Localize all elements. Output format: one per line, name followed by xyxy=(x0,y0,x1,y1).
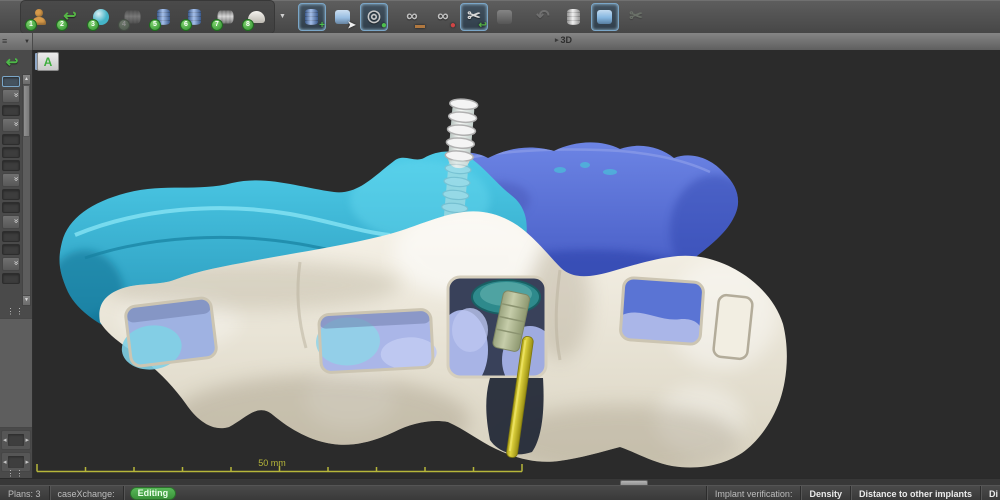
distance-other-implants-button[interactable]: Distance to other implants xyxy=(850,486,980,500)
panel-splitter-grip[interactable]: ⋮⋮ xyxy=(0,470,31,478)
play-icon: ▸ xyxy=(555,36,559,44)
sidebar-slot[interactable] xyxy=(2,202,20,213)
main-area: ↩ » » » » » ▲ ▼ ⋮⋮ ◂ ▸ ◂ ▸ ⋮⋮ xyxy=(0,50,1000,478)
implant-check-step-icon[interactable]: 6 xyxy=(180,3,208,31)
sidebar-panel-header: ≡ ▼ xyxy=(0,33,33,50)
sub-bar: ≡ ▼ ▸ 3D xyxy=(0,33,1000,50)
scrollbar-thumb[interactable] xyxy=(23,85,30,137)
edit-tools-strip: ∞▬∞●✂↩ xyxy=(398,3,519,31)
viewport-title-label: 3D xyxy=(561,35,573,45)
inspection-window xyxy=(315,309,438,374)
sidebar-slot[interactable] xyxy=(2,244,20,255)
segmentation-step-icon[interactable]: 3 xyxy=(87,3,115,31)
density-button[interactable]: Density xyxy=(800,486,850,500)
status-left: Plans: 3caseXchange:Editing xyxy=(0,486,182,500)
viewport-title: ▸ 3D xyxy=(555,35,572,45)
sidebar-slot[interactable] xyxy=(2,105,20,116)
casexchange-status-badge[interactable]: Editing xyxy=(123,486,183,500)
distance-truncated-button[interactable]: Di xyxy=(980,486,1000,500)
spin-left-icon[interactable]: ◂ xyxy=(3,437,7,444)
spinner-value-slot xyxy=(8,456,25,468)
sidebar-slot[interactable] xyxy=(2,134,20,145)
sidebar-lower-panel xyxy=(0,318,32,428)
scroll-down-button[interactable]: ▼ xyxy=(23,295,30,305)
sidebar-slot[interactable] xyxy=(2,273,20,284)
block-out-tool-icon[interactable] xyxy=(491,3,519,31)
orientation-target-tool-icon[interactable]: ◎● xyxy=(360,3,388,31)
scroll-up-button[interactable]: ▲ xyxy=(23,75,30,85)
sidebar-scrollbar[interactable]: ▲ ▼ xyxy=(22,74,31,306)
status-right: Implant verification:DensityDistance to … xyxy=(706,486,1000,500)
move-implant-tool-icon[interactable]: + xyxy=(298,3,326,31)
cut-surface-tool-icon[interactable]: ✂↩ xyxy=(460,3,488,31)
sidebar-slot[interactable] xyxy=(2,189,20,200)
sidebar-group-header[interactable]: » xyxy=(2,118,20,132)
scale-label: 50 mm xyxy=(258,458,286,468)
implant-tools-strip: +➤◎● xyxy=(298,3,388,31)
sidebar-slot[interactable] xyxy=(2,160,20,171)
sidebar-group-header[interactable]: » xyxy=(2,215,20,229)
3d-viewport[interactable]: 50 mm A xyxy=(33,50,1000,478)
left-sidebar: ↩ » » » » » ▲ ▼ ⋮⋮ ◂ ▸ ◂ ▸ ⋮⋮ xyxy=(0,50,33,478)
viewport-titlebar[interactable]: ▸ 3D xyxy=(33,33,1000,51)
guide-design-step-icon[interactable]: 8 xyxy=(242,3,270,31)
status-bar: Plans: 3caseXchange:Editing Implant veri… xyxy=(0,485,1000,500)
3d-scene-canvas[interactable]: 50 mm xyxy=(33,50,1000,478)
panel-splitter-grip[interactable]: ⋮⋮ xyxy=(0,308,31,316)
view-tools-strip: ↶✂ xyxy=(529,3,650,31)
implant-verification-label: Implant verification: xyxy=(706,486,801,500)
select-surface-tool-icon[interactable]: ➤ xyxy=(329,3,357,31)
back-arrow-icon[interactable]: ↩ xyxy=(1,52,23,72)
sidebar-spinner-row: ◂ ▸ xyxy=(1,430,31,450)
surface-scan-step-icon[interactable]: ↩2 xyxy=(56,3,84,31)
sidebar-slot[interactable] xyxy=(2,231,20,242)
spin-right-icon[interactable]: ▸ xyxy=(25,437,29,444)
spinner-value-slot xyxy=(8,434,25,446)
spin-left-icon[interactable]: ◂ xyxy=(3,459,7,466)
application-window: 1↩2345678 ▼ +➤◎● ∞▬∞●✂↩ ↶✂ ≡ ▼ ▸ 3D ↩ »»… xyxy=(0,0,1000,500)
sleeve-selection-step-icon[interactable]: 7 xyxy=(211,3,239,31)
plans-count: Plans: 3 xyxy=(0,486,49,500)
scale-ruler: 50 mm xyxy=(37,458,522,472)
inspect-surface-tool-icon[interactable]: ∞● xyxy=(429,3,457,31)
sidebar-slot-selected[interactable] xyxy=(2,76,20,87)
sidebar-group-header[interactable]: » xyxy=(2,173,20,187)
casexchange-label: caseXchange: xyxy=(49,486,123,500)
chevron-collapse-icon: » xyxy=(12,261,20,265)
sidebar-group-header[interactable]: » xyxy=(2,257,20,271)
repair-surface-tool-icon[interactable]: ∞▬ xyxy=(398,3,426,31)
implant-window xyxy=(436,277,558,394)
registration-step-icon[interactable]: 4 xyxy=(118,3,146,31)
orientation-indicator: A xyxy=(37,52,59,71)
chevron-collapse-icon: » xyxy=(12,177,20,181)
sidebar-slot[interactable] xyxy=(2,147,20,158)
undo-tool-icon[interactable]: ↶ xyxy=(529,3,557,31)
trim-tool-icon[interactable]: ✂ xyxy=(622,3,650,31)
chevron-collapse-icon: » xyxy=(12,122,20,126)
inspection-window xyxy=(620,277,704,344)
main-toolbar: 1↩2345678 ▼ +➤◎● ∞▬∞●✂↩ ↶✂ xyxy=(0,0,1000,34)
implant-planning-step-icon[interactable]: 5 xyxy=(149,3,177,31)
sidebar-group-header[interactable]: » xyxy=(2,89,20,103)
inspection-window xyxy=(713,294,753,359)
workflow-toolbar: 1↩2345678 xyxy=(20,0,275,34)
menu-icon[interactable]: ≡ xyxy=(2,37,7,46)
chevron-collapse-icon: » xyxy=(12,219,20,223)
chevron-down-icon[interactable]: ▼ xyxy=(24,39,30,45)
drag-surface-tool-icon[interactable] xyxy=(591,3,619,31)
object-list: » » » » » xyxy=(1,74,21,298)
workflow-overflow-button[interactable]: ▼ xyxy=(277,13,288,20)
sleeve-tool-icon[interactable] xyxy=(560,3,588,31)
chevron-collapse-icon: » xyxy=(12,93,20,97)
spin-right-icon[interactable]: ▸ xyxy=(25,459,29,466)
patient-data-step-icon[interactable]: 1 xyxy=(25,3,53,31)
